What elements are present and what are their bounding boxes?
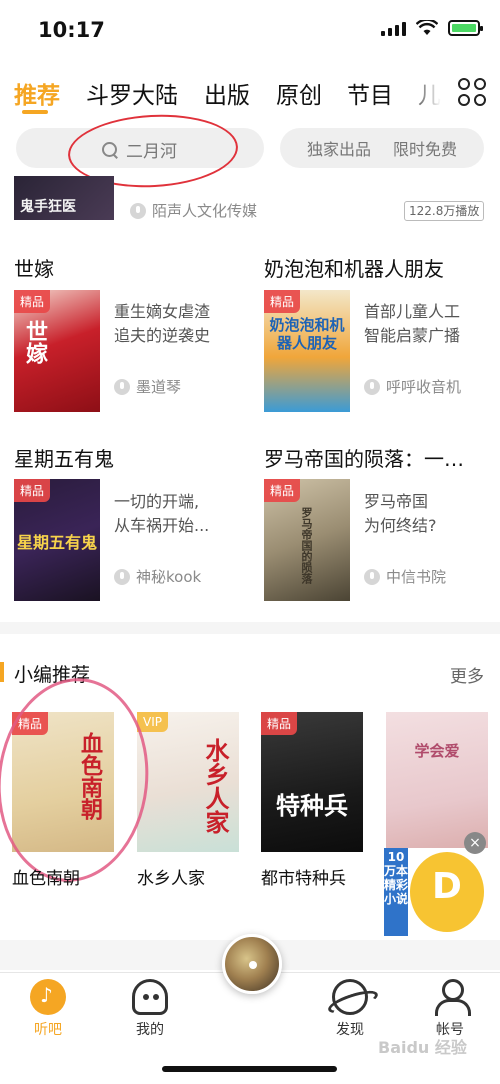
status-icons xyxy=(381,20,483,36)
book-cover[interactable]: 精品 罗马帝国的陨落 xyxy=(264,479,350,601)
tab-programs[interactable]: 节目 xyxy=(347,76,393,110)
mic-icon xyxy=(114,378,130,395)
cover-text: 学会爱 xyxy=(414,742,460,760)
pill-free[interactable]: 限时免费 xyxy=(393,136,457,160)
pick-cover[interactable]: 精品 特种兵 xyxy=(261,712,363,852)
more-link[interactable]: 更多 xyxy=(450,662,484,687)
tab-publish[interactable]: 出版 xyxy=(204,76,250,110)
planet-icon xyxy=(332,979,368,1015)
book-author: 陌声人文化传媒 xyxy=(130,200,257,221)
ad-side-text: 10万本精彩小说 xyxy=(384,848,408,936)
cover-text: 星期五有鬼 xyxy=(16,533,97,552)
signal-icon xyxy=(381,20,406,36)
search-input[interactable]: 二月河 xyxy=(16,128,264,168)
book-cover[interactable]: 鬼手狂医 xyxy=(14,176,114,220)
pick-label[interactable]: 水乡人家 xyxy=(137,864,205,889)
book-description: 首部儿童人工 智能启蒙广播 xyxy=(364,302,461,345)
book-author: 墨道琴 xyxy=(114,376,181,397)
book-title[interactable]: 奶泡泡和机器人朋友 xyxy=(264,253,444,282)
wifi-icon xyxy=(416,20,438,35)
cover-text: 血色南朝 xyxy=(77,732,102,820)
mic-icon xyxy=(364,378,380,395)
section-divider xyxy=(0,622,500,634)
book-title[interactable]: 罗马帝国的陨落：一… xyxy=(264,443,464,472)
person-icon xyxy=(432,979,471,1016)
tab-original[interactable]: 原创 xyxy=(276,76,322,110)
nav-mine[interactable]: 我的 xyxy=(110,979,190,1039)
premium-tag: 精品 xyxy=(261,712,298,735)
home-indicator[interactable] xyxy=(162,1066,337,1072)
mic-icon xyxy=(364,568,380,585)
vip-tag: VIP xyxy=(137,712,168,732)
cover-text: 特种兵 xyxy=(276,792,348,820)
book-description: 一切的开端, 从车祸开始... xyxy=(114,492,210,535)
search-placeholder: 二月河 xyxy=(126,142,177,162)
premium-tag: 精品 xyxy=(14,479,51,502)
headphone-disc-icon xyxy=(30,979,66,1015)
tab-recommend[interactable]: 推荐 xyxy=(14,76,60,110)
premium-tag: 精品 xyxy=(12,712,49,735)
book-title[interactable]: 星期五有鬼 xyxy=(14,443,114,472)
search-icon xyxy=(102,141,118,158)
pick-cover[interactable]: VIP 水乡人家 xyxy=(137,712,239,852)
status-bar: 10:17 xyxy=(0,0,500,60)
pick-cover[interactable]: 精品 血色南朝 xyxy=(12,712,114,852)
book-author: 呼呼收音机 xyxy=(364,376,461,397)
book-author: 神秘kook xyxy=(114,566,201,587)
cover-text: 罗马帝国的陨落 xyxy=(300,507,313,584)
book-cover[interactable]: 精品 奶泡泡和机器人朋友 xyxy=(264,290,350,412)
nav-discover[interactable]: 发现 xyxy=(310,979,390,1039)
category-tabs: 推荐 斗罗大陆 出版 原创 节目 儿 xyxy=(0,70,500,114)
pick-label[interactable]: 都市特种兵 xyxy=(261,864,346,889)
book-description: 重生嫡女虐渣 追夫的逆袭史 xyxy=(114,302,211,345)
premium-tag: 精品 xyxy=(264,479,301,502)
nav-account[interactable]: 帐号 xyxy=(410,979,490,1039)
pick-label[interactable]: 血色南朝 xyxy=(12,864,80,889)
status-time: 10:17 xyxy=(38,18,105,42)
cover-text: 世嫁 xyxy=(22,320,47,364)
tab-active-underline xyxy=(22,110,48,114)
cover-text: 水乡人家 xyxy=(201,738,229,834)
premium-tag: 精品 xyxy=(264,290,301,313)
category-grid-icon[interactable] xyxy=(458,78,486,106)
nav-listen[interactable]: 听吧 xyxy=(8,979,88,1039)
battery-icon xyxy=(448,20,483,36)
section-title: 小编推荐 xyxy=(14,664,91,686)
book-description: 罗马帝国 为何终结? xyxy=(364,492,437,535)
ad-banner[interactable]: 10万本精彩小说 D xyxy=(384,848,488,936)
play-count-badge: 122.8万播放 xyxy=(404,201,485,221)
headphones-icon xyxy=(132,979,168,1015)
premium-tag: 精品 xyxy=(14,290,51,313)
tab-douluo[interactable]: 斗罗大陆 xyxy=(86,76,178,110)
mic-icon xyxy=(114,568,130,585)
ad-letter: D xyxy=(432,866,462,907)
book-title[interactable]: 世嫁 xyxy=(14,253,54,282)
close-icon[interactable]: × xyxy=(464,832,486,854)
cover-text: 奶泡泡和机器人朋友 xyxy=(269,316,345,352)
filter-pills: 独家出品 限时免费 xyxy=(280,128,484,168)
cover-title: 鬼手狂医 xyxy=(20,199,76,215)
pill-exclusive[interactable]: 独家出品 xyxy=(307,136,371,160)
book-cover[interactable]: 精品 星期五有鬼 xyxy=(14,479,100,601)
book-author: 中信书院 xyxy=(364,566,446,587)
watermark: Baidu 经验 xyxy=(378,1038,467,1057)
book-cover[interactable]: 精品 世嫁 xyxy=(14,290,100,412)
now-playing-disc[interactable] xyxy=(222,934,282,994)
mic-icon xyxy=(130,202,146,219)
section-accent-bar xyxy=(0,662,4,682)
